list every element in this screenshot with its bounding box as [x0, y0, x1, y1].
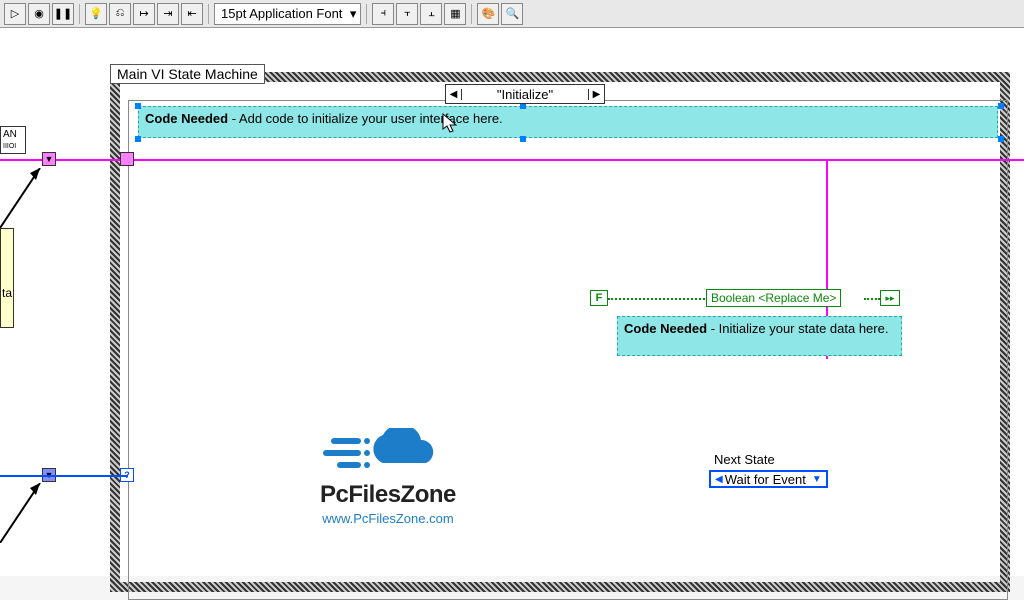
comment-text: - Add code to initialize your user inter… — [228, 111, 503, 126]
boolean-indicator[interactable]: Boolean <Replace Me> — [706, 289, 841, 307]
toolbar: ▷ ◉ ❚❚ 💡 ⎌ ↦ ⇥ ⇤ 15pt Application Font ⫞… — [0, 0, 1024, 28]
comment-text: - Initialize your state data here. — [707, 321, 888, 336]
comment-initialize-state[interactable]: Code Needed - Initialize your state data… — [617, 316, 902, 356]
selection-handle[interactable] — [998, 103, 1004, 109]
retain-button[interactable]: ⎌ — [109, 3, 131, 25]
cluster-wire — [128, 159, 828, 161]
enum-wire — [0, 475, 128, 477]
case-value[interactable]: "Initialize" — [462, 87, 588, 102]
distribute-button[interactable]: ▦ — [444, 3, 466, 25]
case-prev-icon[interactable]: ◀ — [446, 89, 462, 100]
step-into-button[interactable]: ↦ — [133, 3, 155, 25]
next-state-enum[interactable]: ◀ Wait for Event ▼ — [709, 470, 828, 488]
search-button[interactable]: 🔍 — [501, 3, 523, 25]
bundle-node[interactable] — [0, 228, 14, 328]
selection-handle[interactable] — [520, 136, 526, 142]
cluster-constant[interactable]: ANIIIOI — [0, 126, 26, 154]
case-selector[interactable]: ◀ "Initialize" ▶ — [445, 84, 605, 104]
comment-initialize-ui[interactable]: Code Needed - Add code to initialize you… — [138, 106, 998, 138]
boolean-tunnel[interactable]: ▸▸ — [880, 290, 900, 306]
watermark-url: www.PcFilesZone.com — [320, 511, 456, 526]
highlight-button[interactable]: 💡 — [85, 3, 107, 25]
comment-bold-label: Code Needed — [624, 321, 707, 336]
case-next-icon[interactable]: ▶ — [588, 89, 604, 100]
align-center-button[interactable]: ⫟ — [396, 3, 418, 25]
boolean-wire — [864, 298, 880, 300]
comment-bold-label: Code Needed — [145, 111, 228, 126]
arrow-icon — [0, 483, 50, 543]
selection-handle[interactable] — [135, 103, 141, 109]
cluster-wire — [0, 159, 128, 161]
case-tunnel-left[interactable] — [120, 152, 134, 166]
align-right-button[interactable]: ⫠ — [420, 3, 442, 25]
step-over-button[interactable]: ⇥ — [157, 3, 179, 25]
boolean-wire — [608, 298, 708, 300]
enum-decrement-icon[interactable]: ◀ — [713, 474, 725, 485]
arrow-icon — [0, 168, 50, 228]
pause-button[interactable]: ❚❚ — [52, 3, 74, 25]
reorder-button[interactable]: 🎨 — [477, 3, 499, 25]
enum-value: Wait for Event — [725, 472, 806, 487]
enum-increment-icon[interactable]: ▼ — [810, 474, 824, 485]
watermark-logo: PcFilesZone www.PcFilesZone.com — [320, 428, 456, 526]
selection-handle[interactable] — [135, 136, 141, 142]
boolean-false-constant[interactable]: F — [590, 290, 608, 306]
cluster-wire — [828, 159, 1024, 161]
abort-button[interactable]: ◉ — [28, 3, 50, 25]
watermark-brand: PcFilesZone — [320, 481, 456, 509]
while-loop-label: Main VI State Machine — [110, 64, 265, 84]
step-out-button[interactable]: ⇤ — [181, 3, 203, 25]
align-left-button[interactable]: ⫞ — [372, 3, 394, 25]
selection-handle[interactable] — [998, 136, 1004, 142]
cloud-icon — [323, 428, 453, 478]
next-state-label: Next State — [714, 452, 775, 467]
shift-register-left[interactable]: ▼ — [42, 152, 56, 166]
label-fragment: ta — [2, 286, 12, 300]
block-diagram-canvas[interactable]: Main VI State Machine ◀ "Initialize" ▶ C… — [0, 28, 1024, 576]
run-button[interactable]: ▷ — [4, 3, 26, 25]
font-selector[interactable]: 15pt Application Font — [214, 3, 361, 25]
